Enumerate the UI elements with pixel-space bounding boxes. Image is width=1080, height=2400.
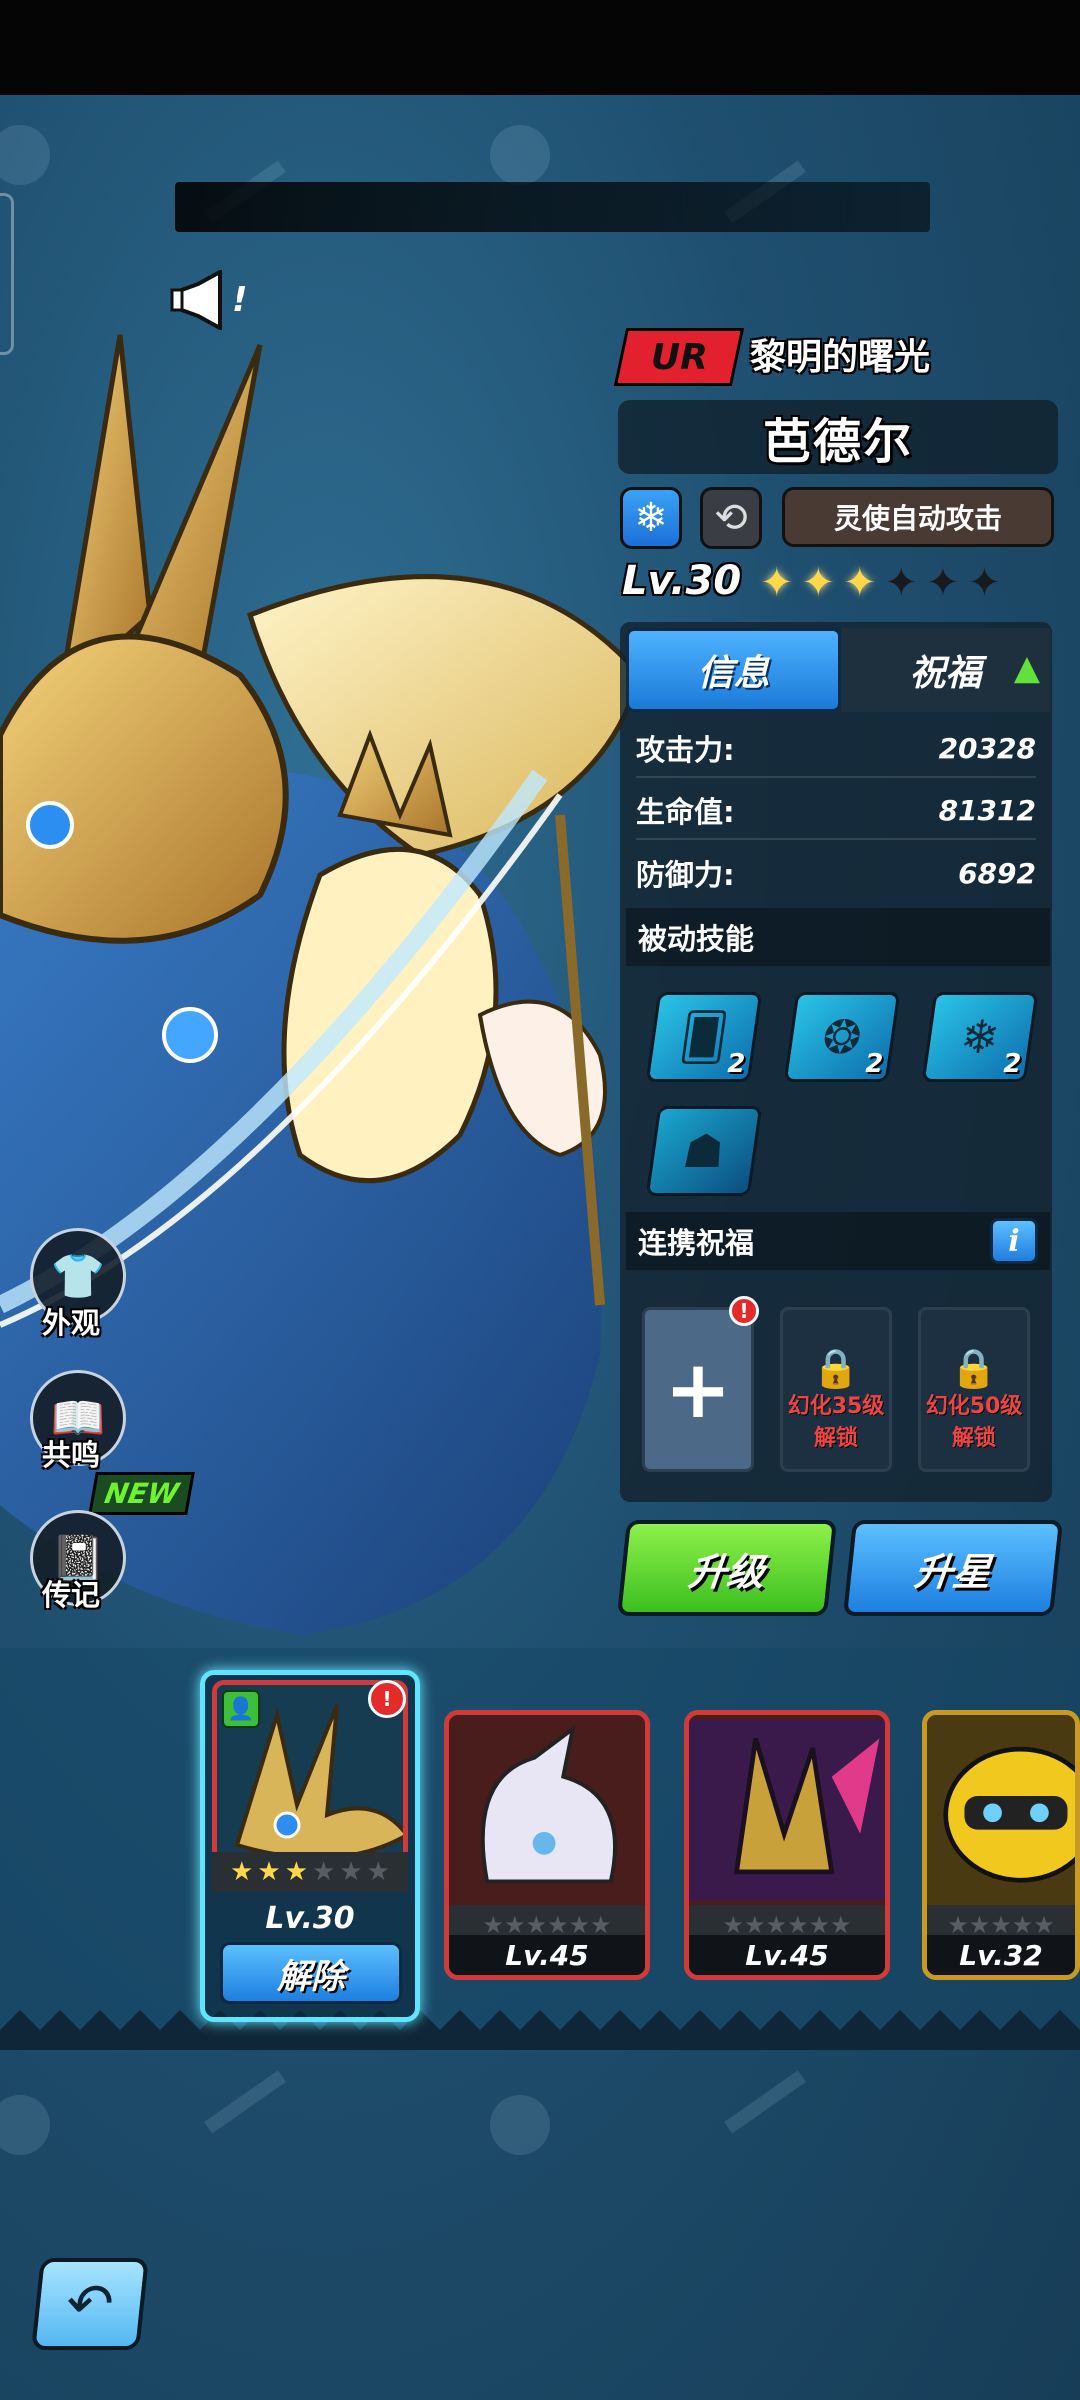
auto-attack-button[interactable]: 灵使自动攻击 bbox=[782, 487, 1054, 547]
alert-badge: ! bbox=[729, 1296, 759, 1326]
roster-card[interactable]: ★★★★★★ Lv.45 bbox=[444, 1710, 650, 1980]
hair-silhouette-icon[interactable]: ☗ bbox=[645, 1106, 763, 1196]
lock-icon: 🔒 bbox=[950, 1346, 998, 1390]
star-filled-icon: ✦ bbox=[760, 560, 794, 606]
resonance-label: 共鸣 bbox=[42, 1438, 101, 1472]
tab-blessing[interactable]: 祝福 ▲ bbox=[841, 628, 1050, 712]
snowflake-skill-icon[interactable]: ❄ 2 bbox=[921, 992, 1039, 1082]
locked-slot-50[interactable]: 🔒 幻化50级 解锁 bbox=[918, 1307, 1030, 1472]
star-icon: ★ bbox=[339, 1857, 363, 1887]
back-arrow-icon[interactable]: ↶ bbox=[31, 2258, 149, 2350]
stat-row-defense: 防御力: 6892 bbox=[636, 856, 1036, 893]
star-icon: ★ bbox=[257, 1857, 281, 1887]
ice-cards-icon[interactable]: 🂠 2 bbox=[645, 992, 763, 1082]
star-icon: ★ bbox=[312, 1857, 336, 1887]
info-icon[interactable]: i bbox=[990, 1218, 1038, 1264]
stat-row-hp: 生命值: 81312 bbox=[636, 782, 1036, 840]
status-bar bbox=[0, 0, 1080, 95]
locked-slot-35[interactable]: 🔒 幻化35级 解锁 bbox=[780, 1307, 892, 1472]
passive-skills-header: 被动技能 bbox=[626, 908, 1050, 966]
star-icon: ★ bbox=[230, 1857, 254, 1887]
star-empty-icon: ✦ bbox=[967, 560, 1002, 606]
star-empty-icon: ✦ bbox=[926, 560, 960, 606]
hero-level: Lv.30 bbox=[622, 558, 742, 604]
selected-card-stars: ★ ★ ★ ★ ★ ★ bbox=[212, 1852, 408, 1892]
add-blessing-slot[interactable]: + bbox=[642, 1307, 754, 1472]
stat-row-attack: 攻击力: 20328 bbox=[636, 720, 1036, 778]
upgrade-button[interactable]: 升级 bbox=[616, 1520, 838, 1616]
star-icon: ★ bbox=[284, 1857, 308, 1887]
person-icon: 👤 bbox=[222, 1690, 260, 1728]
star-filled-icon: ✦ bbox=[801, 560, 836, 606]
biography-label: 传记 bbox=[42, 1578, 101, 1612]
roster-card[interactable]: ★★★★★★ Lv.45 bbox=[684, 1710, 890, 1980]
announcement-bar bbox=[175, 182, 930, 232]
lock-icon: 🔒 bbox=[812, 1346, 860, 1390]
hero-title: 黎明的曙光 bbox=[750, 337, 931, 378]
release-button[interactable]: 解除 bbox=[220, 1942, 402, 2004]
new-badge: NEW bbox=[88, 1472, 196, 1515]
ice-boot-icon[interactable]: ❂ 2 bbox=[783, 992, 901, 1082]
star-icon: ★ bbox=[366, 1857, 390, 1887]
star-filled-icon: ✦ bbox=[843, 560, 877, 606]
link-blessing-header: 连携祝福 i bbox=[626, 1212, 1050, 1270]
star-rating: ✦ ✦ ✦ ✦ ✦ ✦ bbox=[760, 560, 1001, 606]
tab-info[interactable]: 信息 bbox=[626, 628, 841, 712]
arrow-up-icon: ▲ bbox=[1013, 648, 1040, 688]
cycle-icon[interactable]: ⟲ bbox=[700, 487, 762, 549]
roster-card[interactable]: ★★★★★ Lv.32 bbox=[922, 1710, 1080, 1980]
hero-artwork bbox=[0, 334, 643, 1635]
alert-badge: ! bbox=[368, 1680, 406, 1718]
roster-border bbox=[0, 2010, 1080, 2050]
hero-name-box: 芭德尔 bbox=[618, 400, 1058, 474]
hero-name: 芭德尔 bbox=[762, 414, 913, 470]
star-up-button[interactable]: 升星 bbox=[842, 1520, 1064, 1616]
appearance-label: 外观 bbox=[42, 1306, 101, 1340]
rarity-badge: UR bbox=[613, 328, 745, 386]
snowflake-icon[interactable]: ❄ bbox=[620, 487, 682, 549]
star-empty-icon: ✦ bbox=[884, 560, 919, 606]
tab-bar: 信息 祝福 ▲ bbox=[626, 628, 1050, 712]
selected-card-level: Lv.30 bbox=[265, 1900, 355, 1936]
